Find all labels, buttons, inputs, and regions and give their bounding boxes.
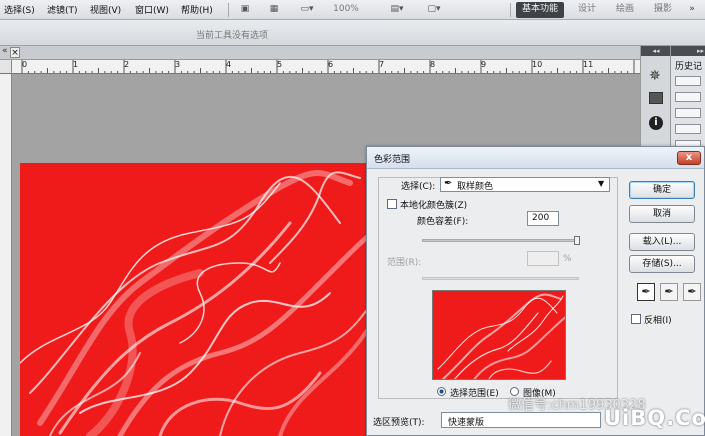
fuzziness-input[interactable]: 200 <box>527 211 559 226</box>
tab-scroll-icon[interactable]: « <box>2 46 8 56</box>
toolbar-separator <box>228 3 229 17</box>
preview-smoke <box>437 293 565 379</box>
invert-checkbox[interactable] <box>631 314 641 324</box>
ruler-label: 9 <box>481 60 487 69</box>
range-label: 范围(R): <box>387 258 422 268</box>
history-row[interactable] <box>675 124 701 134</box>
load-button[interactable]: 载入(L)... <box>629 233 695 251</box>
workspace-painting[interactable]: 绘画 <box>610 2 640 18</box>
range-input <box>527 251 559 266</box>
menu-select[interactable]: 选择(S) <box>4 3 35 16</box>
fuzziness-label: 颜色容差(F): <box>417 217 469 227</box>
smoke-artwork <box>20 170 372 436</box>
chevron-down-icon: ▼ <box>598 179 605 188</box>
invert-label: 反相(I) <box>644 316 672 326</box>
workspace-essentials[interactable]: 基本功能 <box>516 2 564 18</box>
brand-watermark: UiBQ.CoM <box>604 406 705 430</box>
ruler-label: 0 <box>22 60 28 69</box>
ruler-label: 11 <box>583 60 594 69</box>
info-icon[interactable]: i <box>649 116 663 130</box>
eyedropper-icon[interactable]: ✒ <box>637 283 655 301</box>
ruler-label: 3 <box>175 60 181 69</box>
eyedropper-icon: ✒ <box>444 178 453 189</box>
horizontal-ruler[interactable]: 0 1 2 3 4 5 6 7 8 9 10 11 <box>12 60 640 74</box>
zoom-level[interactable]: 100% <box>332 2 360 17</box>
history-panel-title[interactable]: 历史记 <box>675 59 702 72</box>
dialog-titlebar[interactable]: 色彩范围 x <box>367 147 704 169</box>
ruler-label: 10 <box>532 60 543 69</box>
history-row[interactable] <box>675 92 701 102</box>
ruler-label: 2 <box>124 60 130 69</box>
vertical-ruler[interactable] <box>0 74 12 436</box>
ruler-label: 6 <box>328 60 334 69</box>
select-dropdown[interactable]: ✒ 取样颜色 ▼ <box>440 177 610 192</box>
close-icon[interactable]: × <box>10 47 20 58</box>
select-label: 选择(C): <box>401 182 436 192</box>
preview-label: 选区预览(T): <box>373 418 425 428</box>
collapse-panels-icon[interactable]: ◂◂ <box>641 46 671 56</box>
cancel-button[interactable]: 取消 <box>629 205 695 223</box>
fuzziness-slider-thumb[interactable] <box>574 236 580 245</box>
close-icon[interactable]: x <box>677 151 701 165</box>
localized-label: 本地化颜色簇(Z) <box>400 201 468 211</box>
preview-value: 快速蒙版 <box>448 418 485 428</box>
ruler-label: 1 <box>73 60 79 69</box>
screen-mode-icon[interactable]: ▢▾ <box>422 2 446 17</box>
fuzziness-slider-track[interactable] <box>422 239 579 242</box>
ruler-label: 5 <box>277 60 283 69</box>
workspace-photography[interactable]: 摄影 <box>648 2 678 18</box>
radio-selection[interactable] <box>437 387 446 396</box>
options-bar: 当前工具没有选项 <box>0 20 705 46</box>
options-hint: 当前工具没有选项 <box>196 31 269 41</box>
toolbar-separator <box>510 3 511 17</box>
add-to-sample-icon[interactable]: ✒ <box>660 283 678 301</box>
ok-button[interactable]: 确定 <box>629 181 695 199</box>
menu-filter[interactable]: 滤镜(T) <box>47 3 78 16</box>
select-value: 取样颜色 <box>457 182 494 192</box>
save-button[interactable]: 存储(S)... <box>629 255 695 273</box>
histogram-icon[interactable] <box>649 92 663 104</box>
dialog-title: 色彩范围 <box>374 155 411 165</box>
ruler-label: 8 <box>430 60 436 69</box>
menu-view[interactable]: 视图(V) <box>90 3 121 16</box>
menu-bar: 选择(S) 滤镜(T) 视图(V) 窗口(W) 帮助(H) ▣ ▦ ▭▾ 100… <box>0 0 705 20</box>
ruler-ticks <box>21 60 635 73</box>
panel-menu-icon[interactable]: ▸▸ <box>671 46 705 56</box>
history-row[interactable] <box>675 108 701 118</box>
workspace-design[interactable]: 设计 <box>572 2 602 18</box>
ruler-label: 4 <box>226 60 232 69</box>
menu-window[interactable]: 窗口(W) <box>135 3 169 16</box>
view-extras-icon[interactable]: ▭▾ <box>294 2 320 17</box>
range-unit: % <box>563 254 572 264</box>
range-slider-track <box>422 277 579 280</box>
document-image[interactable] <box>20 163 372 436</box>
ruler-origin[interactable] <box>0 60 12 74</box>
bridge-icon[interactable]: ▣ <box>238 2 252 17</box>
ruler-label: 7 <box>379 60 385 69</box>
arrange-documents-icon[interactable]: ▤▾ <box>385 2 409 17</box>
menu-help[interactable]: 帮助(H) <box>181 3 213 16</box>
minibridge-icon[interactable]: ▦ <box>266 2 282 17</box>
selection-preview-dropdown[interactable]: 快速蒙版 <box>441 412 601 428</box>
color-range-dialog: 色彩范围 x 选择(C): ✒ 取样颜色 ▼ 本地化颜色簇(Z) 颜色容差(F)… <box>366 146 705 436</box>
radio-selection-label: 选择范围(E) <box>450 389 499 399</box>
more-workspaces-icon[interactable]: » <box>684 2 700 18</box>
document-tab-bar: « × <box>0 46 640 60</box>
selection-preview <box>432 290 566 380</box>
history-row[interactable] <box>675 76 701 86</box>
navigator-icon[interactable]: ✵ <box>649 68 661 84</box>
subtract-from-sample-icon[interactable]: ✒ <box>683 283 701 301</box>
localized-checkbox[interactable] <box>387 199 397 209</box>
